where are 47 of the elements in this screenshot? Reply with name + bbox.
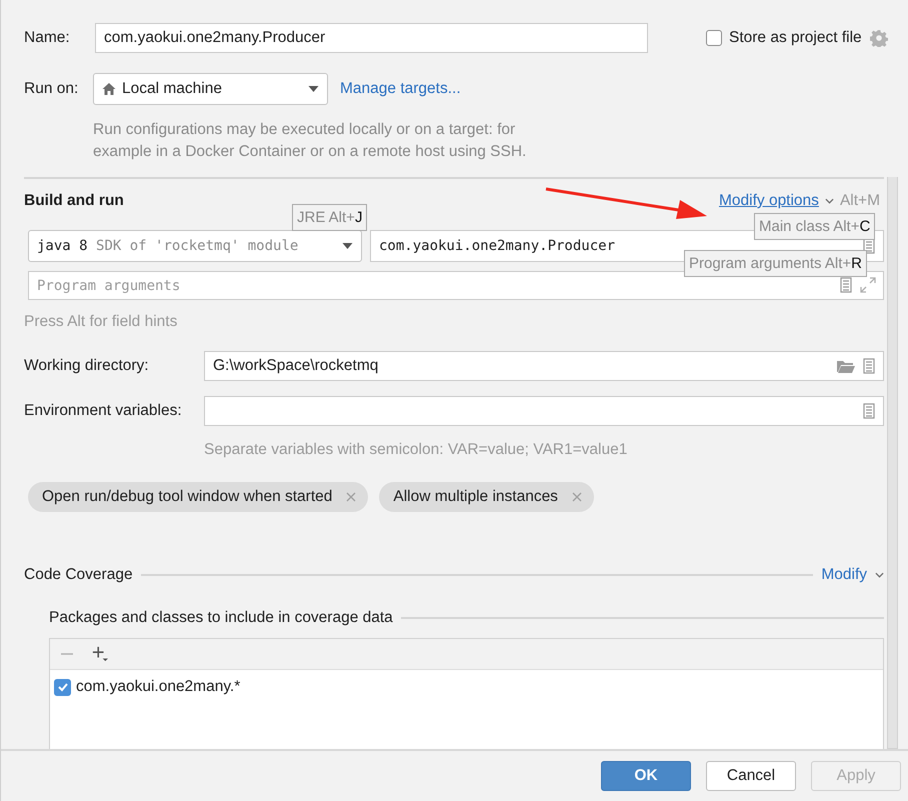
dialog-button[interactable]: OK bbox=[601, 761, 691, 791]
program-arguments-field[interactable]: Program arguments bbox=[28, 271, 884, 300]
document-icon[interactable] bbox=[840, 277, 852, 293]
manage-targets-link[interactable]: Manage targets... bbox=[340, 80, 461, 98]
option-chip[interactable]: Open run/debug tool window when started bbox=[28, 482, 368, 512]
plus-icon[interactable] bbox=[92, 646, 108, 662]
subsection-title: Packages and classes to include in coverage data bbox=[49, 609, 393, 627]
close-icon[interactable] bbox=[572, 492, 582, 502]
chevron-icon bbox=[875, 572, 884, 578]
description-text: Run configurations may be executed locally or on a target: for example in a Docker Container or on a remote host using SSH. bbox=[93, 120, 528, 162]
document-icon[interactable] bbox=[863, 358, 875, 374]
checkbox-label: Store as project file bbox=[729, 29, 862, 47]
hint-text: Separate variables with semicolon: VAR=value; VAR1=value1 bbox=[204, 441, 628, 459]
environment-variables-field[interactable] bbox=[204, 396, 884, 426]
close-icon[interactable] bbox=[346, 492, 356, 502]
shortcut-tooltip: Program arguments Alt+R bbox=[684, 250, 868, 277]
settings-icon[interactable] bbox=[870, 29, 888, 47]
scrollbar[interactable] bbox=[887, 177, 898, 749]
modify-options-link[interactable]: Modify options bbox=[718, 192, 819, 210]
section-title: Code Coverage bbox=[24, 566, 133, 584]
hint-text: Press Alt for field hints bbox=[24, 313, 178, 331]
chevron-icon bbox=[824, 198, 834, 204]
shortcut-tooltip: Main class Alt+C bbox=[754, 213, 876, 240]
option-chip[interactable]: Allow multiple instances bbox=[379, 482, 594, 512]
caret-icon bbox=[342, 243, 353, 249]
shortcut-text: Alt+M bbox=[840, 192, 880, 210]
caret-icon bbox=[308, 86, 319, 92]
working-directory-field[interactable]: G:\workSpace\rocketmq bbox=[204, 351, 884, 381]
expand-icon[interactable] bbox=[860, 277, 876, 293]
field-label: Environment variables: bbox=[24, 402, 183, 420]
field-label: Run on: bbox=[24, 80, 80, 98]
document-icon[interactable] bbox=[863, 403, 875, 419]
section-title: Build and run bbox=[24, 192, 124, 210]
run-on-dropdown[interactable]: Local machine bbox=[93, 73, 328, 105]
name-field[interactable]: com.yaokui.one2many.Producer bbox=[95, 23, 648, 53]
checkbox[interactable] bbox=[706, 30, 722, 46]
checkbox[interactable] bbox=[54, 678, 71, 696]
shortcut-tooltip: JRE Alt+J bbox=[292, 204, 368, 231]
field-label: Working directory: bbox=[24, 357, 150, 375]
check-icon bbox=[56, 681, 68, 693]
package-pattern: com.yaokui.one2many.* bbox=[76, 678, 240, 696]
modify-link[interactable]: Modify bbox=[821, 566, 867, 584]
jre-dropdown[interactable]: java 8 SDK of 'rocketmq' module bbox=[28, 230, 362, 262]
folder-icon[interactable] bbox=[837, 359, 855, 373]
field-label: Name: bbox=[24, 29, 71, 47]
home-icon bbox=[102, 82, 116, 96]
dialog-button[interactable]: Cancel bbox=[706, 761, 796, 791]
